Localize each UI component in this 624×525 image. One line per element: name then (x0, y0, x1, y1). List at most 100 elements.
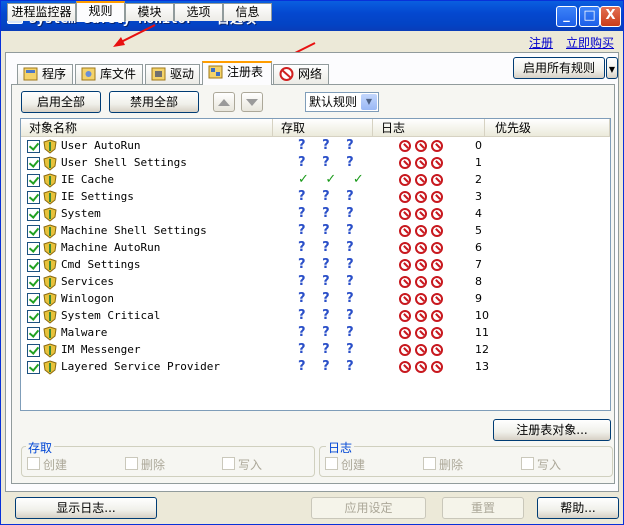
rule-enabled-checkbox[interactable] (27, 276, 40, 289)
no-log-icon[interactable] (399, 174, 411, 186)
maximize-button[interactable]: □ (579, 6, 600, 27)
log-write-checkbox[interactable] (521, 457, 534, 470)
enable-all-button[interactable]: 启用全部 (21, 91, 101, 113)
no-log-icon[interactable] (415, 174, 427, 186)
rule-enabled-checkbox[interactable] (27, 157, 40, 170)
log-delete-checkbox[interactable] (423, 457, 436, 470)
access-state[interactable]: ? ? ? (298, 274, 360, 289)
log-state[interactable] (399, 157, 447, 171)
log-state[interactable] (399, 293, 447, 307)
buy-now-link[interactable]: 立即购买 (566, 34, 614, 51)
log-state[interactable] (399, 208, 447, 222)
log-state[interactable] (399, 259, 447, 273)
table-row[interactable]: Services ? ? ? 8 (21, 274, 610, 291)
no-log-icon[interactable] (415, 242, 427, 254)
no-log-icon[interactable] (431, 157, 443, 169)
no-log-icon[interactable] (415, 225, 427, 237)
subtab-registry[interactable]: 注册表 (202, 61, 272, 85)
no-log-icon[interactable] (399, 310, 411, 322)
no-log-icon[interactable] (399, 140, 411, 152)
rule-enabled-checkbox[interactable] (27, 344, 40, 357)
rule-enabled-checkbox[interactable] (27, 225, 40, 238)
tab-rules[interactable]: 规则 (76, 1, 125, 22)
no-log-icon[interactable] (431, 225, 443, 237)
rule-enabled-checkbox[interactable] (27, 242, 40, 255)
rule-enabled-checkbox[interactable] (27, 327, 40, 340)
col-object-name[interactable]: 对象名称 (21, 119, 273, 137)
no-log-icon[interactable] (415, 310, 427, 322)
no-log-icon[interactable] (431, 174, 443, 186)
tab-info[interactable]: 信息 (223, 3, 272, 21)
no-log-icon[interactable] (415, 361, 427, 373)
registry-rules-list[interactable]: 对象名称 存取 日志 优先级 User AutoRun ? ? ? 0 User Sh… (20, 118, 611, 411)
no-log-icon[interactable] (399, 242, 411, 254)
table-row[interactable]: Machine AutoRun ? ? ? 6 (21, 240, 610, 257)
col-access[interactable]: 存取 (273, 119, 373, 137)
no-log-icon[interactable] (431, 259, 443, 271)
no-log-icon[interactable] (415, 208, 427, 220)
subtab-drivers[interactable]: 驱动 (145, 64, 200, 84)
access-state[interactable]: ? ? ? (298, 189, 360, 204)
log-create-checkbox[interactable] (325, 457, 338, 470)
subtab-programs[interactable]: 程序 (17, 64, 73, 84)
table-row[interactable]: User AutoRun ? ? ? 0 (21, 138, 610, 155)
table-row[interactable]: Cmd Settings ? ? ? 7 (21, 257, 610, 274)
no-log-icon[interactable] (415, 157, 427, 169)
rule-enabled-checkbox[interactable] (27, 191, 40, 204)
subtab-network[interactable]: 网络 (273, 64, 329, 84)
no-log-icon[interactable] (415, 191, 427, 203)
access-state[interactable]: ✓ ✓ ✓ (298, 172, 370, 187)
tab-process-monitor[interactable]: 进程监控器 (7, 3, 76, 21)
apply-settings-button[interactable]: 应用设定 (311, 497, 426, 519)
no-log-icon[interactable] (399, 327, 411, 339)
registry-objects-button[interactable]: 注册表对象... (493, 419, 611, 441)
no-log-icon[interactable] (399, 344, 411, 356)
access-state[interactable]: ? ? ? (298, 223, 360, 238)
register-link[interactable]: 注册 (529, 34, 553, 51)
access-state[interactable]: ? ? ? (298, 359, 360, 374)
enable-all-rules-button[interactable]: 启用所有规则 (513, 57, 605, 79)
rule-enabled-checkbox[interactable] (27, 293, 40, 306)
rule-enabled-checkbox[interactable] (27, 310, 40, 323)
access-state[interactable]: ? ? ? (298, 206, 360, 221)
log-state[interactable] (399, 242, 447, 256)
close-button[interactable]: X (600, 6, 621, 27)
no-log-icon[interactable] (415, 327, 427, 339)
no-log-icon[interactable] (415, 276, 427, 288)
help-button[interactable]: 帮助... (537, 497, 619, 519)
no-log-icon[interactable] (431, 310, 443, 322)
col-priority[interactable]: 优先级 (485, 119, 610, 137)
rule-enabled-checkbox[interactable] (27, 208, 40, 221)
minimize-button[interactable]: _ (556, 6, 577, 27)
table-row[interactable]: IE Settings ? ? ? 3 (21, 189, 610, 206)
no-log-icon[interactable] (399, 293, 411, 305)
log-state[interactable] (399, 191, 447, 205)
access-state[interactable]: ? ? ? (298, 240, 360, 255)
log-state[interactable] (399, 140, 447, 154)
access-state[interactable]: ? ? ? (298, 155, 360, 170)
col-log[interactable]: 日志 (373, 119, 485, 137)
no-log-icon[interactable] (431, 344, 443, 356)
move-up-button[interactable] (213, 92, 235, 112)
disable-all-button[interactable]: 禁用全部 (109, 91, 199, 113)
rule-enabled-checkbox[interactable] (27, 174, 40, 187)
no-log-icon[interactable] (431, 191, 443, 203)
move-down-button[interactable] (241, 92, 263, 112)
rule-enabled-checkbox[interactable] (27, 361, 40, 374)
no-log-icon[interactable] (399, 191, 411, 203)
table-row[interactable]: Layered Service Provider ? ? ? 13 (21, 359, 610, 376)
access-delete-checkbox[interactable] (125, 457, 138, 470)
no-log-icon[interactable] (399, 225, 411, 237)
no-log-icon[interactable] (399, 361, 411, 373)
access-write-checkbox[interactable] (222, 457, 235, 470)
access-state[interactable]: ? ? ? (298, 257, 360, 272)
access-state[interactable]: ? ? ? (298, 325, 360, 340)
log-state[interactable] (399, 276, 447, 290)
table-row[interactable]: System ? ? ? 4 (21, 206, 610, 223)
no-log-icon[interactable] (399, 259, 411, 271)
access-create-checkbox[interactable] (27, 457, 40, 470)
log-state[interactable] (399, 174, 447, 188)
no-log-icon[interactable] (415, 344, 427, 356)
table-row[interactable]: Machine Shell Settings ? ? ? 5 (21, 223, 610, 240)
tab-modules[interactable]: 模块 (125, 3, 174, 21)
